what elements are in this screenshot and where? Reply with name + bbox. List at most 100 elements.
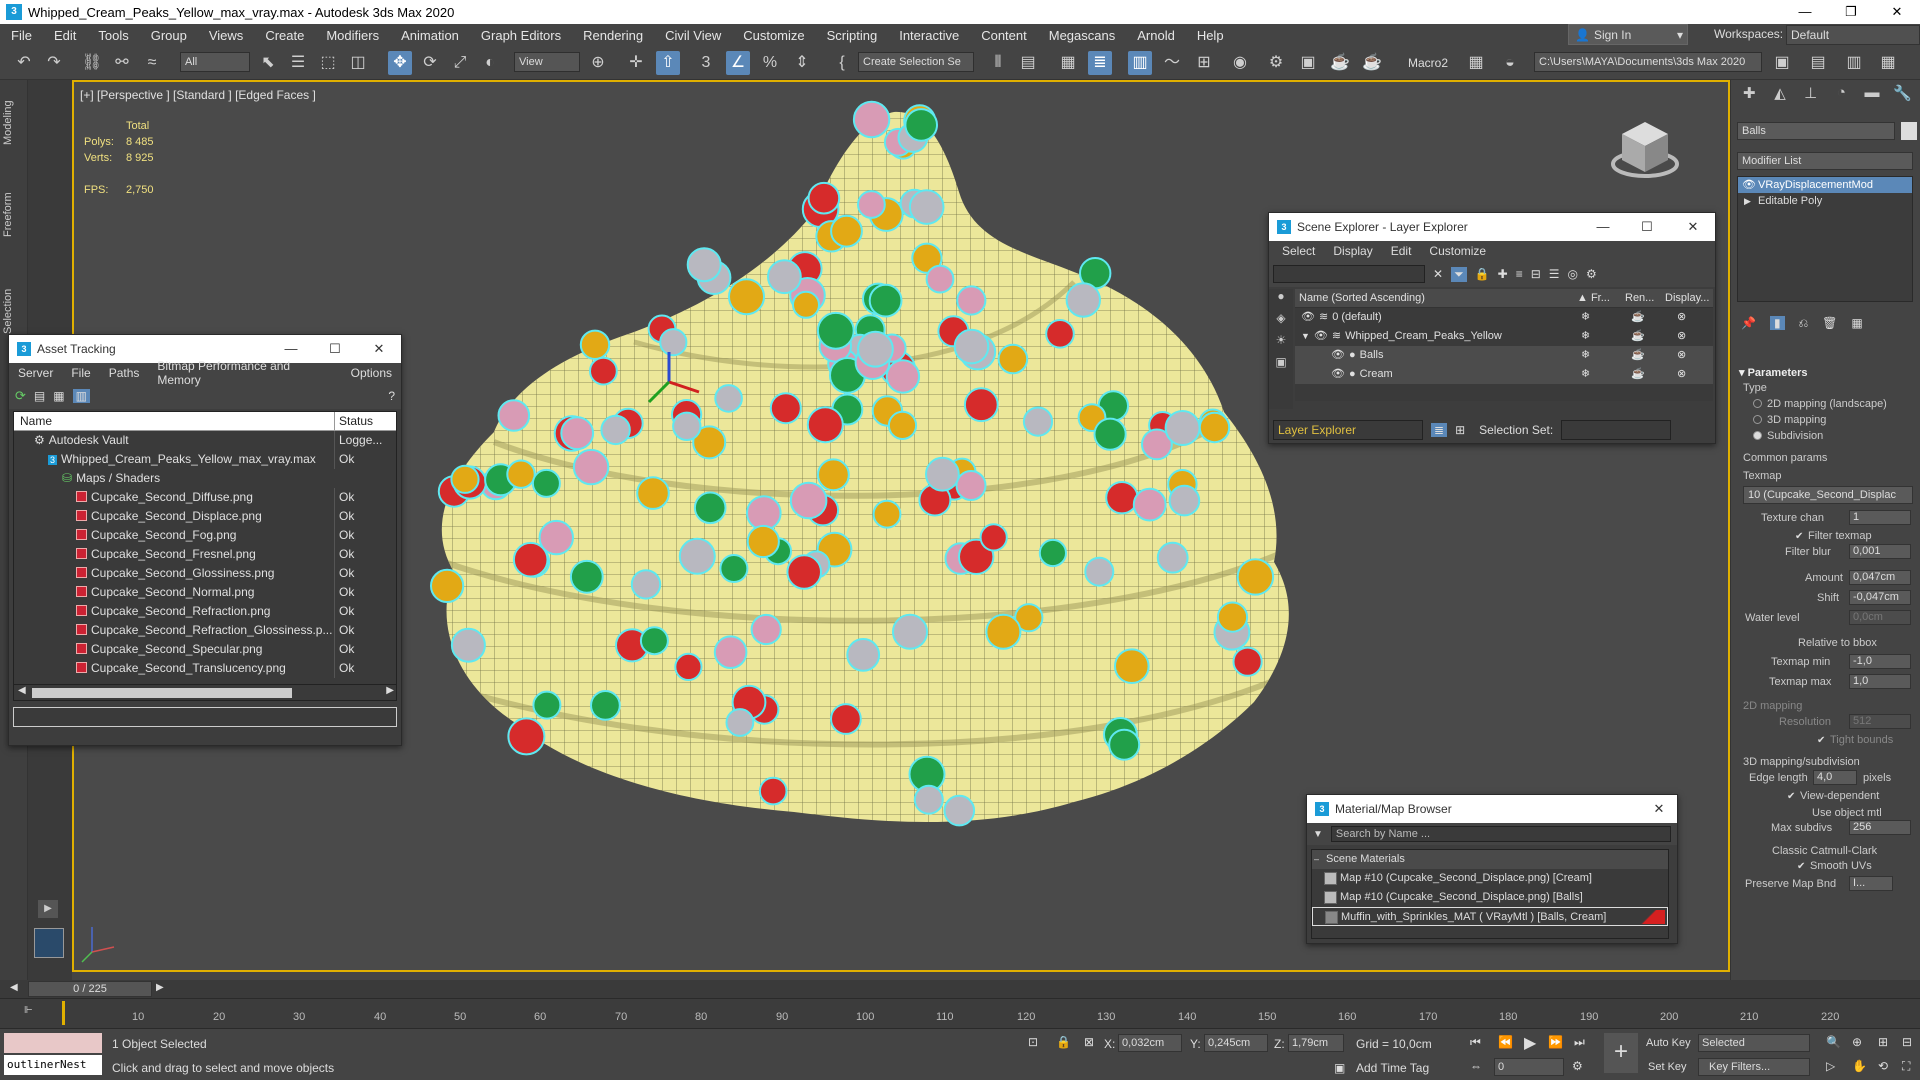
undo-icon[interactable]: ↶ [12,51,36,75]
material-item[interactable]: Muffin_with_Sprinkles_MAT ( VRayMtl ) [B… [1312,907,1668,926]
select-manipulate-icon[interactable]: ✛ [624,51,648,75]
close-icon[interactable]: ✕ [1677,213,1709,241]
scroll-right-icon[interactable]: ▶ [386,685,394,696]
angle-snap-icon[interactable]: ∠ [726,51,750,75]
freeze-icon[interactable]: ❄ [1581,308,1590,327]
play-icon[interactable]: ▶ [38,900,58,918]
water-level-spinner[interactable]: 0,0cm [1849,610,1911,625]
table-row[interactable]: Cupcake_Second_Fresnel.png Ok [14,545,396,564]
frame-counter[interactable]: 0 / 225 [28,981,152,997]
macro-label[interactable]: Macro2 [1408,56,1448,70]
table-row[interactable]: Cupcake_Second_Refraction.png Ok [14,602,396,621]
layer-row[interactable]: ▼ 👁 ≋ Whipped_Cream_Peaks_Yellow ❄ ☕ ⊗ [1295,327,1713,346]
horizontal-scrollbar[interactable]: ◀ ▶ [14,684,396,700]
auto-key-button[interactable]: Auto Key [1646,1037,1691,1049]
track-menu-icon[interactable]: ⊩ [24,1005,33,1016]
smooth-uvs-checkbox[interactable]: ✔ Smooth UVs [1797,860,1872,872]
track-bar[interactable]: ⊩ 10 20 30 40 50 60 70 80 90 100 110 120 130 140 150 16… [0,998,1920,1028]
material-item[interactable]: Map #10 (Cupcake_Second_Displace.png) [B… [1312,888,1668,907]
toolbar-icon-a[interactable]: ▣ [1770,51,1794,75]
render-setup-icon[interactable]: ⚙ [1264,51,1288,75]
named-selection-dropdown[interactable]: Create Selection Se [858,52,974,72]
key-mode-dropdown[interactable]: Selected [1698,1034,1810,1052]
filter-texmap-checkbox[interactable]: ✔ Filter texmap [1795,530,1872,542]
column-display[interactable]: Display... [1665,289,1709,308]
object-color-swatch[interactable] [1901,122,1917,140]
menu-animation[interactable]: Animation [390,28,470,43]
utilities-tab-icon[interactable]: 🔧 [1888,84,1917,106]
menu-megascans[interactable]: Megascans [1038,28,1126,43]
previous-key-icon[interactable]: ⏪ [1498,1035,1513,1049]
clear-search-icon[interactable]: ✕ [1433,267,1443,281]
use-object-mtl-checkbox[interactable]: Use object mtl [1799,806,1882,819]
menu-scripting[interactable]: Scripting [816,28,889,43]
prev-frame-icon[interactable]: ◀ [10,982,18,993]
table-row[interactable]: Cupcake_Second_Specular.png Ok [14,640,396,659]
render-icon[interactable]: ☕ [1631,327,1645,346]
selection-lock-icon[interactable]: 🔒 [1056,1035,1071,1049]
placement-icon[interactable]: ◐ [478,51,502,75]
material-item[interactable]: Map #10 (Cupcake_Second_Displace.png) [C… [1312,869,1668,888]
layer-row[interactable]: 👁 ● Cream ❄ ☕ ⊗ [1295,365,1713,384]
scene-explorer-icon[interactable]: ▦ [1056,51,1080,75]
material-editor-icon[interactable]: ◉ [1228,51,1252,75]
object-name-field[interactable]: Balls [1737,122,1895,140]
layer-row[interactable]: 👁 ≋ 0 (default) ❄ ☕ ⊗ [1295,308,1713,327]
toolbar-icon-b[interactable]: ▤ [1806,51,1830,75]
key-mode-icon[interactable]: ⇔ [1470,1059,1482,1073]
visibility-eye-icon[interactable]: 👁 [1331,368,1345,380]
orbit-icon[interactable]: ⟲ [1878,1059,1888,1073]
create-tab-icon[interactable]: ✚ [1735,84,1764,106]
pivot-icon[interactable]: ⊕ [586,51,610,75]
table-row[interactable]: 3 Whipped_Cream_Peaks_Yellow_max_vray.max… [14,450,396,469]
type-subdivision-radio[interactable]: Subdivision [1753,430,1823,442]
rect-selection-icon[interactable]: ⬚ [316,51,340,75]
edge-length-spinner[interactable]: 4,0 [1813,770,1857,785]
filter-blur-spinner[interactable]: 0,001 [1849,544,1911,559]
stack-item-editable-poly[interactable]: ▶ Editable Poly [1738,193,1912,209]
modify-tab-icon[interactable]: ◭ [1766,84,1795,106]
modifier-list-dropdown[interactable]: Modifier List [1737,152,1913,170]
maximize-icon[interactable]: ☐ [1631,213,1663,241]
snap-toggle-icon[interactable]: 3 [694,51,718,75]
column-freeze[interactable]: ▲ Fr... [1577,289,1610,308]
thumbnail-icon[interactable]: ▦ [53,389,64,403]
rendered-frame-icon[interactable]: ▣ [1296,51,1320,75]
scroll-left-icon[interactable]: ◀ [18,685,26,696]
display-objects-icon[interactable]: ● [1269,289,1293,311]
texture-chan-spinner[interactable]: 1 [1849,510,1911,525]
display-lights-icon[interactable]: ☀ [1269,333,1293,355]
menu-rendering[interactable]: Rendering [572,28,654,43]
list-view-icon[interactable]: ▤ [34,389,45,403]
visibility-eye-icon[interactable]: 👁 [1301,311,1315,323]
menu-edit[interactable]: Edit [43,28,87,43]
material-search-input[interactable]: Search by Name ... [1330,826,1671,842]
explorer-menu-select[interactable]: Select [1273,244,1324,258]
make-unique-icon[interactable]: ⎌ [1799,316,1809,331]
ref-coord-dropdown[interactable]: View [514,52,580,72]
minimize-icon[interactable]: — [1782,0,1828,24]
select-by-name-icon[interactable]: ☰ [286,51,310,75]
explorer-type-dropdown[interactable]: Layer Explorer [1273,420,1423,440]
selection-set-dropdown[interactable] [1561,420,1672,440]
table-row[interactable]: Cupcake_Second_Fog.png Ok [14,526,396,545]
asset-menu-server[interactable]: Server [9,366,62,380]
configure-sets-icon[interactable]: ▦ [1851,316,1862,330]
menu-help[interactable]: Help [1186,28,1235,43]
hierarchy-tab-icon[interactable]: ⊥ [1796,84,1825,106]
next-frame-icon[interactable]: ▶ [156,982,164,993]
maxscript-listener-pink[interactable] [4,1033,102,1053]
sign-in-button[interactable]: 👤 Sign In ▾ [1568,24,1688,45]
menu-content[interactable]: Content [970,28,1038,43]
display-geometry-icon[interactable]: ◈ [1269,311,1293,333]
type-2d-mapping-radio[interactable]: 2D mapping (landscape) [1753,398,1887,410]
column-status[interactable]: Status [334,412,396,431]
ribbon-toggle-icon[interactable]: ▥ [1128,51,1152,75]
display-icon[interactable]: ⊗ [1677,346,1686,365]
redo-icon[interactable]: ↷ [42,51,66,75]
render-iterative-icon[interactable]: ☕ [1360,51,1384,75]
keyboard-shortcut-icon[interactable]: ⇧ [656,51,680,75]
current-frame-field[interactable]: 0 [1494,1058,1564,1076]
window-crossing-icon[interactable]: ◫ [346,51,370,75]
preserve-map-dropdown[interactable]: I... [1849,876,1893,891]
